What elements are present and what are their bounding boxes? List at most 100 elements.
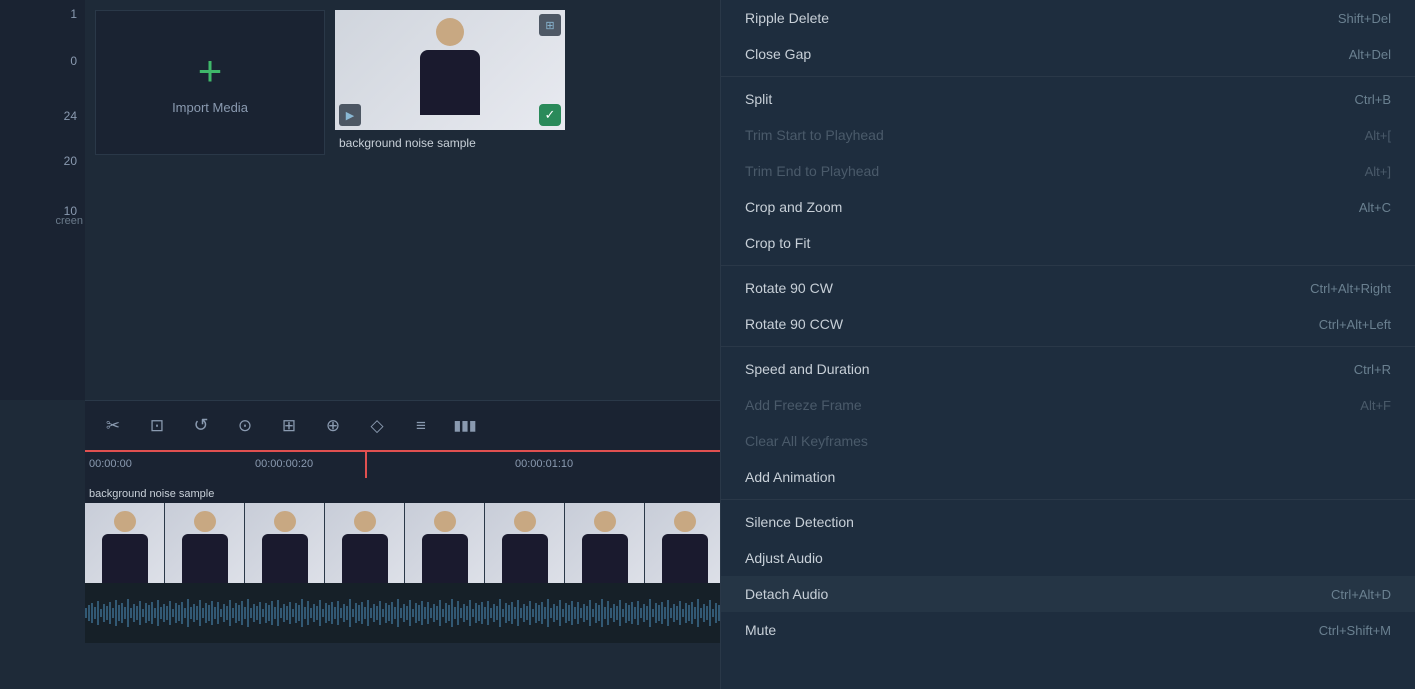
menu-item-shortcut: Alt+F	[1360, 398, 1391, 413]
menu-item-shortcut: Ctrl+R	[1354, 362, 1391, 377]
menu-item-label: Add Animation	[745, 469, 835, 485]
timeline-track: background noise sample	[85, 478, 720, 583]
person-body	[420, 50, 480, 115]
import-media-label: Import Media	[172, 100, 248, 115]
keyframe-tool-icon[interactable]: ◇	[363, 412, 391, 440]
ruler-num-1: 1	[70, 8, 77, 20]
track-thumb-1	[85, 503, 165, 583]
menu-item-label: Crop and Zoom	[745, 199, 842, 215]
import-media-box[interactable]: + Import Media	[95, 10, 325, 155]
media-thumbnail[interactable]: ⊞ ▶ ✓ background noise sample	[335, 10, 565, 155]
track-thumb-bg-5	[405, 503, 485, 583]
track-thumb-body-4	[342, 534, 388, 583]
track-thumb-body-2	[182, 534, 228, 583]
target-tool-icon[interactable]: ⊕	[319, 412, 347, 440]
track-thumb-head-3	[274, 511, 296, 532]
menu-item-label: Mute	[745, 622, 776, 638]
track-thumb-bg-3	[245, 503, 325, 583]
timeline-ruler: 00:00:00 00:00:00:20 00:00:01:10	[85, 450, 720, 478]
menu-item-freeze-frame[interactable]: Add Freeze Frame Alt+F	[721, 387, 1415, 423]
menu-item-rotate-ccw[interactable]: Rotate 90 CCW Ctrl+Alt+Left	[721, 306, 1415, 342]
playhead-line	[365, 452, 367, 478]
track-thumb-head-5	[434, 511, 456, 532]
media-area: + Import Media ⊞ ▶ ✓ background noise	[85, 0, 720, 390]
menu-item-ripple-delete[interactable]: Ripple Delete Shift+Del	[721, 0, 1415, 36]
menu-item-trim-end[interactable]: Trim End to Playhead Alt+]	[721, 153, 1415, 189]
menu-item-split[interactable]: Split Ctrl+B	[721, 81, 1415, 117]
menu-item-label: Speed and Duration	[745, 361, 870, 377]
menu-item-shortcut: Ctrl+Alt+Right	[1310, 281, 1391, 296]
menu-item-shortcut: Ctrl+Alt+Left	[1319, 317, 1391, 332]
context-menu: Ripple Delete Shift+Del Close Gap Alt+De…	[721, 0, 1415, 689]
ruler-num-0: 0	[70, 55, 77, 67]
menu-item-label: Trim Start to Playhead	[745, 127, 884, 143]
menu-item-label: Ripple Delete	[745, 10, 829, 26]
track-thumb-3	[245, 503, 325, 583]
rotate-tool-icon[interactable]: ↺	[187, 412, 215, 440]
right-panel: Ripple Delete Shift+Del Close Gap Alt+De…	[720, 0, 1415, 689]
track-thumb-head-1	[114, 511, 136, 532]
track-thumb-head-6	[514, 511, 536, 532]
menu-item-speed-duration[interactable]: Speed and Duration Ctrl+R	[721, 351, 1415, 387]
transform-tool-icon[interactable]: ⊞	[275, 412, 303, 440]
menu-item-label: Split	[745, 91, 772, 107]
menu-item-add-animation[interactable]: Add Animation	[721, 459, 1415, 495]
menu-item-crop-zoom[interactable]: Crop and Zoom Alt+C	[721, 189, 1415, 225]
menu-item-close-gap[interactable]: Close Gap Alt+Del	[721, 36, 1415, 72]
menu-item-label: Clear All Keyframes	[745, 433, 868, 449]
menu-item-shortcut: Alt+Del	[1349, 47, 1391, 62]
track-thumb-8	[645, 503, 720, 583]
thumb-icon-bottom-left: ▶	[339, 104, 361, 126]
menu-separator-3	[721, 346, 1415, 347]
person-head	[436, 18, 464, 46]
menu-item-label: Trim End to Playhead	[745, 163, 879, 179]
menu-item-shortcut: Ctrl+Shift+M	[1319, 623, 1391, 638]
menu-item-label: Detach Audio	[745, 586, 828, 602]
menu-item-clear-keyframes[interactable]: Clear All Keyframes	[721, 423, 1415, 459]
menu-item-detach-audio[interactable]: Detach Audio Ctrl+Alt+D	[721, 576, 1415, 612]
menu-separator-4	[721, 499, 1415, 500]
crop-tool-icon[interactable]: ⊡	[143, 412, 171, 440]
menu-item-shortcut: Alt+[	[1365, 128, 1391, 143]
toolbar: ✂ ⊡ ↺ ⊙ ⊞ ⊕ ◇ ≡ ▮▮▮	[85, 400, 720, 450]
menu-item-label: Adjust Audio	[745, 550, 823, 566]
track-thumb-bg-1	[85, 503, 165, 583]
menu-item-adjust-audio[interactable]: Adjust Audio	[721, 540, 1415, 576]
track-thumb-bg-2	[165, 503, 245, 583]
track-thumbnails	[85, 503, 720, 583]
thumb-check-icon: ✓	[539, 104, 561, 126]
audio-tool-icon[interactable]: ≡	[407, 412, 435, 440]
waveform-tool-icon[interactable]: ▮▮▮	[451, 412, 479, 440]
color-tool-icon[interactable]: ⊙	[231, 412, 259, 440]
menu-separator-1	[721, 76, 1415, 77]
ruler-num-20: 20	[64, 155, 77, 167]
screen-label: creen	[55, 215, 83, 227]
track-thumb-body-7	[582, 534, 628, 583]
time-mark-110: 00:00:01:10	[515, 458, 573, 470]
menu-item-rotate-cw[interactable]: Rotate 90 CW Ctrl+Alt+Right	[721, 270, 1415, 306]
menu-item-shortcut: Alt+C	[1359, 200, 1391, 215]
time-mark-0: 00:00:00	[89, 458, 132, 470]
waveform-svg	[85, 583, 720, 643]
menu-item-crop-fit[interactable]: Crop to Fit	[721, 225, 1415, 261]
left-panel: 1 0 24 20 10 creen + Import Media ⊞	[0, 0, 720, 689]
track-thumb-bg-4	[325, 503, 405, 583]
track-thumb-4	[325, 503, 405, 583]
menu-item-label: Close Gap	[745, 46, 811, 62]
menu-item-shortcut: Alt+]	[1365, 164, 1391, 179]
track-thumb-head-2	[194, 511, 216, 532]
track-thumb-body-3	[262, 534, 308, 583]
menu-item-trim-start[interactable]: Trim Start to Playhead Alt+[	[721, 117, 1415, 153]
thumb-icon-1: ⊞	[539, 14, 561, 36]
menu-item-label: Silence Detection	[745, 514, 854, 530]
menu-item-mute[interactable]: Mute Ctrl+Shift+M	[721, 612, 1415, 648]
menu-item-silence-detection[interactable]: Silence Detection	[721, 504, 1415, 540]
menu-separator-2	[721, 265, 1415, 266]
menu-item-shortcut: Ctrl+B	[1355, 92, 1391, 107]
cut-tool-icon[interactable]: ✂	[99, 412, 127, 440]
track-thumb-5	[405, 503, 485, 583]
track-thumb-body-1	[102, 534, 148, 583]
media-thumb-label: background noise sample	[335, 130, 565, 155]
timeline-times: 00:00:00 00:00:00:20 00:00:01:10	[85, 452, 720, 478]
track-thumb-head-4	[354, 511, 376, 532]
